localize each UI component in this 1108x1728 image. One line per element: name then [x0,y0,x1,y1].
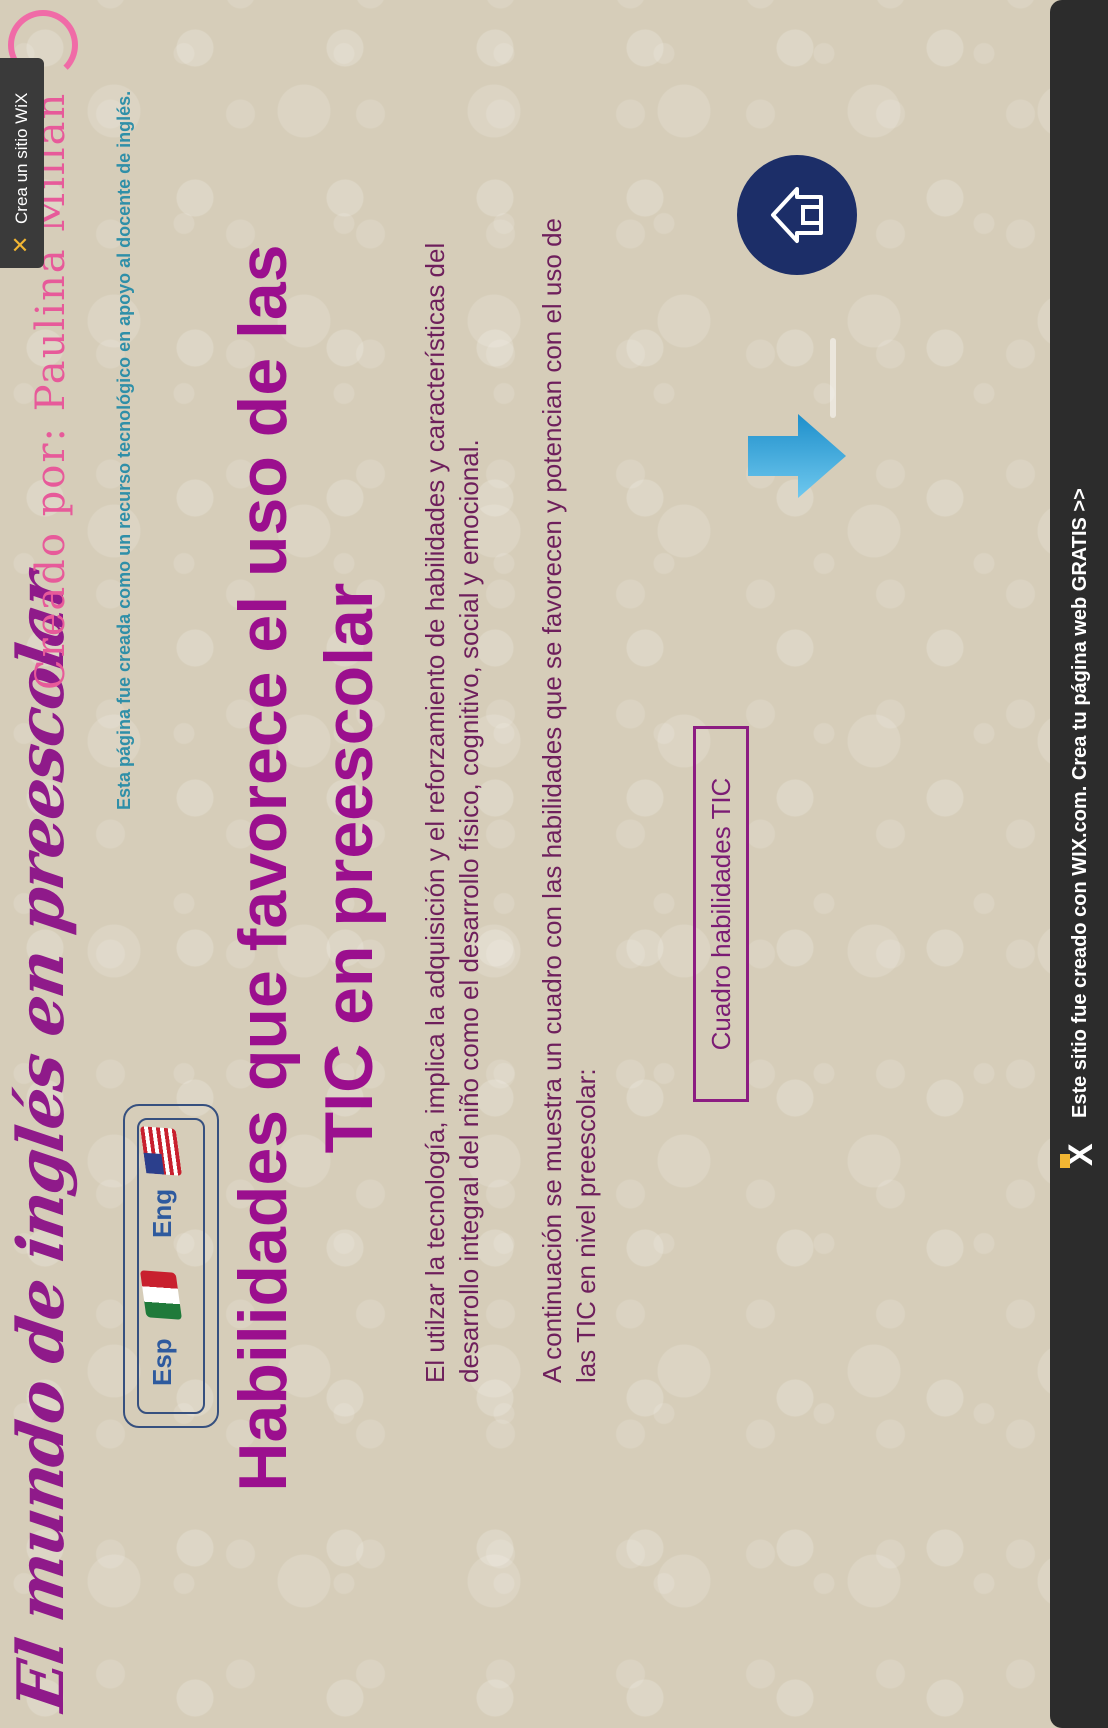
wix-x-icon: ✕ [9,235,34,254]
home-button[interactable] [737,155,857,275]
site-subtitle: Esta página fue creada como un recurso t… [114,90,134,810]
language-selector: Esp Eng [123,1104,219,1428]
home-icon [771,187,823,243]
wix-logo-icon: X [1060,1128,1100,1168]
wix-footer-banner[interactable]: X Este sitio fue creado con WIX.com. Cre… [1050,0,1108,1728]
wix-badge-label: Crea un sitio WiX [12,92,31,224]
page-canvas: El mundo de inglés en preescolar Creado … [0,0,1108,1728]
wix-badge[interactable]: ✕ Crea un sitio WiX [0,58,44,268]
wix-footer-text[interactable]: Este sitio fue creado con WIX.com. Crea … [1069,488,1092,1118]
arrow-highlight [830,338,836,418]
cuadro-habilidades-button[interactable]: Cuadro habilidades TIC [693,726,749,1102]
lang-esp-link[interactable]: Esp [147,1338,178,1386]
page-heading: Habilidades que favorece el uso de las T… [225,244,387,1492]
cuadro-description: A continuación se muestra un cuadro con … [537,218,601,1383]
usa-flag-icon[interactable] [139,1126,183,1176]
intro-paragraph: El utilzar la tecnología, implica la adq… [420,242,484,1383]
down-arrow-icon[interactable] [748,406,848,506]
site-title[interactable]: El mundo de inglés en preescolar [4,570,79,1716]
lang-eng-link[interactable]: Eng [147,1189,178,1238]
mexico-flag-icon[interactable] [139,1270,183,1320]
